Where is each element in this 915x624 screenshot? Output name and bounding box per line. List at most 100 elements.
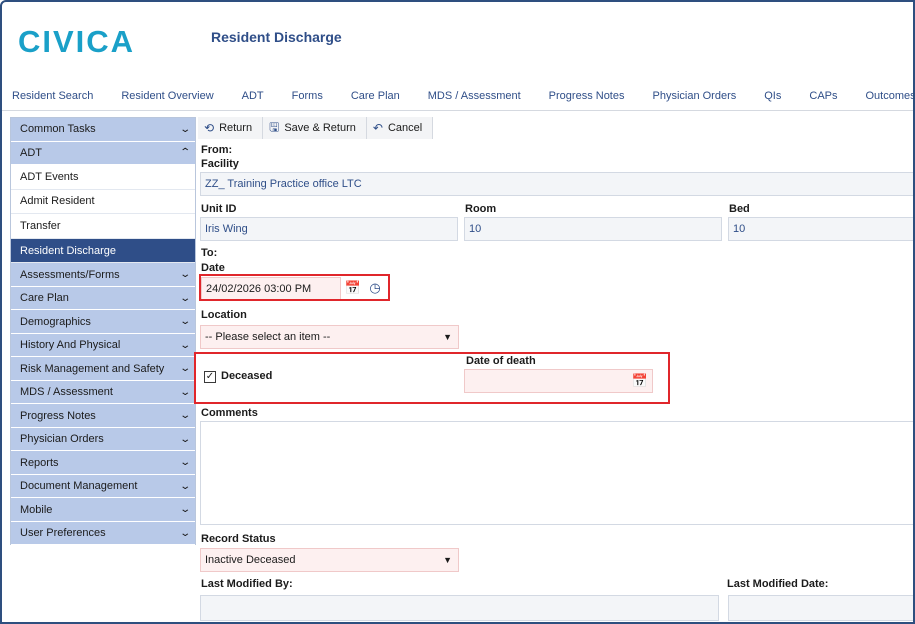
room-label: Room (465, 203, 497, 215)
bed-label: Bed (729, 203, 750, 215)
nav-adt[interactable]: ADT (242, 90, 264, 102)
chevron-down-icon: ⌄ (178, 123, 191, 135)
save-icon: 🖫 (269, 119, 280, 134)
sidebar-section-mobile[interactable]: Mobile ⌄ (11, 498, 195, 522)
sidebar-section-label: Common Tasks (20, 123, 96, 136)
sidebar-section-label: Reports (20, 456, 59, 469)
nav-care-plan[interactable]: Care Plan (351, 90, 400, 102)
last-modified-date-field (728, 595, 913, 621)
chevron-down-icon: ⌄ (178, 527, 191, 539)
nav-outcomes[interactable]: Outcomes (866, 90, 914, 102)
sidebar-section-label: History And Physical (20, 339, 121, 352)
chevron-down-icon: ⌄ (178, 386, 191, 398)
sidebar-section-history-and-physical[interactable]: History And Physical ⌄ (11, 333, 195, 358)
sidebar-section-label: Demographics (20, 315, 91, 328)
sidebar-section-label: ADT (20, 146, 42, 159)
top-navigation: Resident Search Resident Overview ADT Fo… (2, 84, 914, 108)
last-modified-date-label: Last Modified Date: (727, 578, 829, 590)
undo-icon: ↶ (372, 121, 383, 135)
sidebar-section-label: Risk Management and Safety (20, 362, 165, 375)
sidebar-section-adt[interactable]: ADT ⌃ (11, 141, 195, 165)
deceased-label: Deceased (221, 370, 273, 382)
caret-down-icon: ▼ (443, 555, 452, 565)
date-label: Date (201, 262, 225, 274)
calendar-icon[interactable]: 📅 (631, 372, 649, 390)
sidebar-section-user-preferences[interactable]: User Preferences ⌄ (11, 521, 195, 546)
sidebar-section-physician-orders[interactable]: Physician Orders ⌄ (11, 427, 195, 452)
sidebar-section-label: Mobile (20, 503, 53, 516)
sidebar-section-label: Care Plan (20, 292, 69, 305)
sidebar-section-mds-assessment[interactable]: MDS / Assessment ⌄ (11, 380, 195, 405)
date-of-death-input[interactable] (464, 369, 653, 393)
sidebar-section-reports[interactable]: Reports ⌄ (11, 451, 195, 475)
nav-mds-assessment[interactable]: MDS / Assessment (428, 90, 521, 102)
chevron-down-icon: ⌄ (178, 457, 191, 469)
chevron-down-icon: ⌄ (178, 269, 191, 281)
return-label: Return (219, 122, 253, 134)
return-button[interactable]: ⟲ Return (198, 117, 264, 139)
sidebar-section-label: Physician Orders (20, 433, 104, 446)
civica-logo: CIVICA (18, 24, 136, 59)
cancel-button[interactable]: ↶ Cancel (366, 117, 434, 139)
comments-textarea[interactable] (200, 421, 913, 525)
save-and-return-label: Save & Return (284, 122, 356, 134)
nav-progress-notes[interactable]: Progress Notes (549, 90, 625, 102)
sidebar-section-progress-notes[interactable]: Progress Notes ⌄ (11, 404, 195, 428)
chevron-down-icon: ⌄ (178, 316, 191, 328)
sidebar-section-common-tasks[interactable]: Common Tasks ⌄ (11, 118, 195, 142)
location-label: Location (201, 309, 247, 321)
date-highlight-box (199, 274, 390, 301)
sidebar-section-label: Document Management (20, 480, 138, 493)
nav-resident-overview[interactable]: Resident Overview (121, 90, 213, 102)
chevron-down-icon: ⌄ (178, 480, 191, 492)
record-status-select[interactable]: Inactive Deceased ▼ (200, 548, 459, 572)
nav-resident-search[interactable]: Resident Search (12, 90, 93, 102)
chevron-down-icon: ⌄ (178, 363, 191, 375)
sidebar-item-resident-discharge[interactable]: Resident Discharge (11, 238, 195, 264)
sidebar-section-risk-management[interactable]: Risk Management and Safety ⌄ (11, 357, 195, 381)
chevron-down-icon: ⌄ (178, 433, 191, 445)
date-of-death-label: Date of death (466, 355, 536, 367)
from-heading: From: (201, 144, 233, 156)
page-title: Resident Discharge (211, 29, 342, 45)
sidebar-section-assessments-forms[interactable]: Assessments/Forms ⌄ (11, 263, 195, 287)
record-status-value: Inactive Deceased (205, 554, 296, 566)
location-select-value: -- Please select an item -- (205, 331, 331, 343)
sidebar-item-adt-events[interactable]: ADT Events (11, 165, 195, 190)
unit-id-label: Unit ID (201, 203, 237, 215)
save-and-return-button[interactable]: 🖫 Save & Return (263, 117, 367, 139)
nav-caps[interactable]: CAPs (809, 90, 837, 102)
sidebar-section-label: Assessments/Forms (20, 268, 120, 281)
nav-forms[interactable]: Forms (292, 90, 323, 102)
comments-label: Comments (201, 407, 258, 419)
sidebar-section-document-management[interactable]: Document Management ⌄ (11, 474, 195, 499)
nav-physician-orders[interactable]: Physician Orders (652, 90, 736, 102)
app-window: CIVICA Resident Discharge Resident Searc… (0, 0, 915, 624)
sidebar-item-admit-resident[interactable]: Admit Resident (11, 189, 195, 215)
return-icon: ⟲ (204, 121, 215, 135)
nav-qis[interactable]: QIs (764, 90, 781, 102)
facility-label: Facility (201, 158, 239, 170)
chevron-up-icon: ⌃ (178, 147, 191, 159)
room-field: 10 (464, 217, 722, 241)
sidebar-section-care-plan[interactable]: Care Plan ⌄ (11, 286, 195, 311)
to-heading: To: (201, 247, 218, 259)
chevron-down-icon: ⌄ (178, 339, 191, 351)
facility-field: ZZ_ Training Practice office LTC (200, 172, 913, 196)
caret-down-icon: ▼ (443, 332, 452, 342)
cancel-label: Cancel (387, 122, 423, 134)
chevron-down-icon: ⌄ (178, 410, 191, 422)
chevron-down-icon: ⌄ (178, 504, 191, 516)
last-modified-by-label: Last Modified By: (201, 578, 293, 590)
sidebar-section-label: Progress Notes (20, 409, 96, 422)
last-modified-by-field (200, 595, 719, 621)
deceased-checkbox[interactable]: ✓ (204, 371, 216, 383)
action-toolbar: ⟲ Return 🖫 Save & Return ↶ Cancel (198, 117, 434, 139)
sidebar-section-label: MDS / Assessment (20, 386, 113, 399)
location-select[interactable]: -- Please select an item -- ▼ (200, 325, 459, 349)
sidebar-section-demographics[interactable]: Demographics ⌄ (11, 310, 195, 334)
bed-field: 10 (728, 217, 913, 241)
sidebar: Common Tasks ⌄ ADT ⌃ ADT Events Admit Re… (10, 117, 196, 546)
sidebar-section-label: User Preferences (20, 527, 106, 540)
sidebar-item-transfer[interactable]: Transfer (11, 214, 195, 239)
